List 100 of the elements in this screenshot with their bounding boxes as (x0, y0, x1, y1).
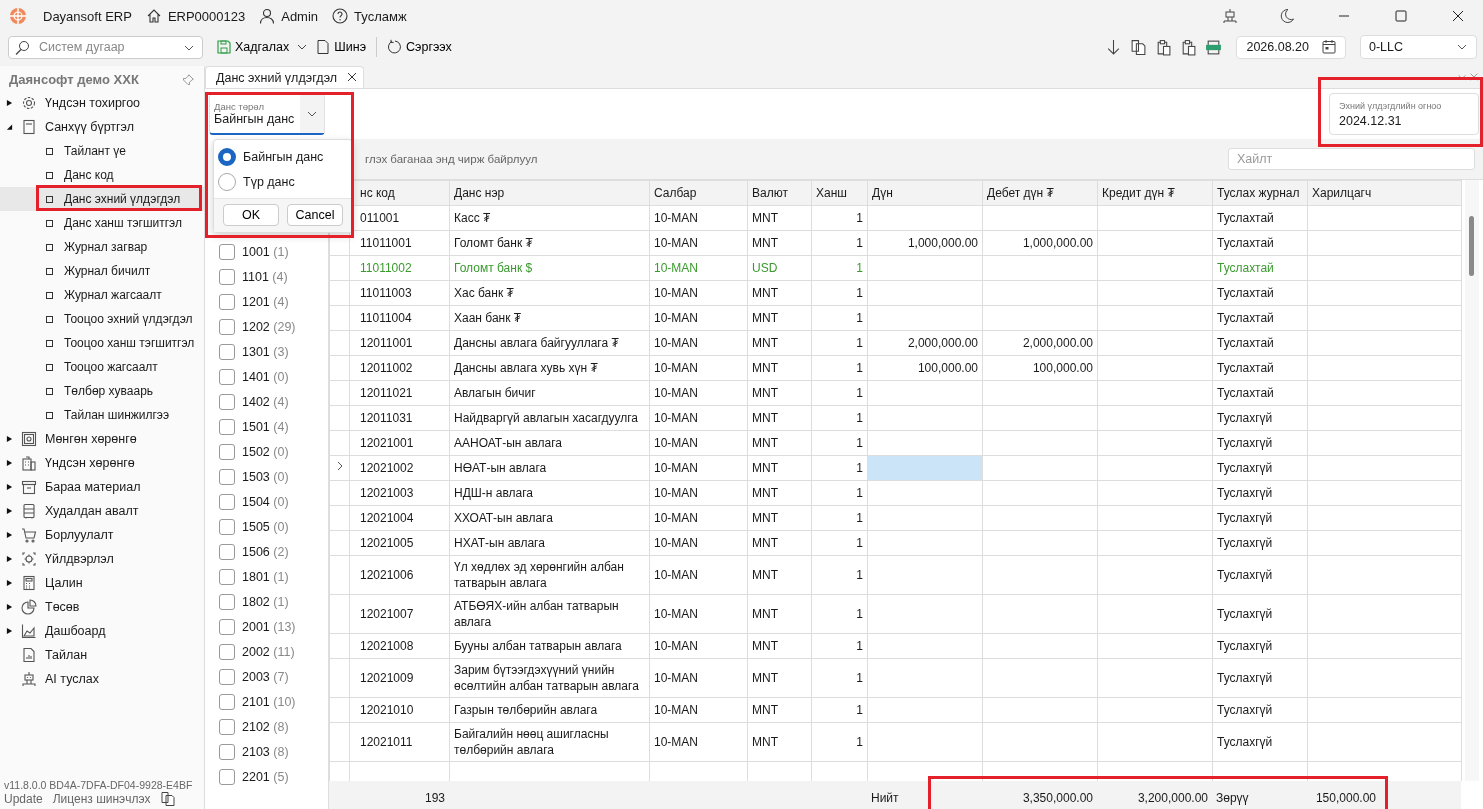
expand-arrow-icon[interactable] (6, 459, 13, 467)
user-name[interactable]: Admin (281, 8, 319, 24)
copy-icon[interactable] (160, 791, 177, 807)
column-header[interactable]: Ханш (811, 180, 868, 206)
menu-item[interactable]: Тайлан шинжилгээ (0, 403, 204, 427)
menu-item[interactable]: Журнал загвар (0, 235, 204, 259)
account-code-filter[interactable]: 1802 (1) (242, 594, 289, 609)
checkbox[interactable] (219, 418, 235, 435)
checkbox[interactable] (219, 343, 235, 360)
calendar-icon[interactable] (1321, 39, 1337, 55)
checkbox[interactable] (219, 718, 235, 735)
menu-item[interactable]: Төсөв (45, 600, 80, 614)
expand-arrow-icon[interactable] (6, 507, 13, 515)
maximize-icon[interactable] (1393, 8, 1409, 24)
account-code-filter[interactable]: 1503 (0) (242, 469, 289, 484)
option-label[interactable]: Түр данс (243, 174, 295, 189)
expand-arrow-icon[interactable] (6, 531, 13, 539)
checkbox[interactable] (219, 293, 235, 310)
column-header[interactable]: Кредит дүн ₮ (1097, 180, 1213, 206)
close-icon[interactable] (1450, 8, 1466, 24)
account-code-filter[interactable]: 1101 (4) (242, 269, 288, 284)
account-code-filter[interactable]: 1505 (0) (242, 519, 289, 534)
account-code-filter[interactable]: 2103 (8) (242, 744, 289, 759)
expand-arrow-icon[interactable] (6, 435, 13, 443)
menu-item[interactable]: Үндсэн хөрөнгө (45, 456, 135, 470)
help-link[interactable]: Тусламж (354, 8, 407, 24)
clipboard-icon[interactable] (1155, 38, 1173, 56)
menu-item[interactable]: Журнал жагсаалт (0, 283, 204, 307)
checkbox[interactable] (219, 618, 235, 635)
checkbox[interactable] (219, 693, 235, 710)
menu-item[interactable]: Данс ханш тэгшитгэл (0, 211, 204, 235)
checkbox[interactable] (219, 543, 235, 560)
menu-item[interactable]: Үндсэн тохиргоо (45, 96, 141, 110)
account-code-filter[interactable]: 1502 (0) (242, 444, 289, 459)
account-code-filter[interactable]: 1501 (4) (242, 419, 289, 434)
menu-item[interactable]: Тооцоо жагсаалт (0, 355, 204, 379)
close-icon[interactable] (346, 71, 359, 83)
account-code-filter[interactable]: 1402 (4) (242, 394, 289, 409)
checkbox[interactable] (219, 743, 235, 760)
date-field[interactable]: 2026.08.20 (1236, 35, 1346, 59)
menu-item[interactable]: Данс код (0, 163, 204, 187)
menu-item[interactable]: Журнал бичилт (0, 259, 204, 283)
menu-item[interactable]: Дашбоард (45, 624, 106, 638)
document-tab[interactable]: Данс эхний үлдэгдэл (205, 66, 365, 88)
account-type-dropdown[interactable]: Данс төрөл Байнгын данс (209, 93, 325, 135)
column-header[interactable]: Данс нэр (449, 180, 650, 206)
menu-item[interactable]: Үйлдвэрлэл (45, 552, 114, 566)
cancel-button[interactable]: Cancel (287, 204, 343, 226)
checkbox[interactable] (219, 468, 235, 485)
account-code-filter[interactable]: 2002 (11) (242, 644, 295, 659)
expand-arrow-icon[interactable] (6, 603, 13, 611)
checkbox[interactable] (219, 668, 235, 685)
checkbox[interactable] (219, 443, 235, 460)
expand-arrow-icon[interactable] (6, 555, 13, 563)
account-code-filter[interactable]: 1301 (3) (242, 344, 289, 359)
moon-icon[interactable] (1279, 8, 1295, 24)
column-header[interactable]: Туслах журнал (1212, 180, 1308, 206)
column-header[interactable]: Дебет дүн ₮ (982, 180, 1098, 206)
menu-item[interactable]: Мөнгөн хөрөнгө (45, 432, 137, 446)
new-button[interactable]: Шинэ (312, 37, 370, 57)
search-field[interactable]: Систем дугаар (8, 35, 203, 59)
collapse-arrow-icon[interactable] (6, 123, 13, 131)
account-code-filter[interactable]: 1506 (2) (242, 544, 289, 559)
expand-arrow-icon[interactable] (6, 627, 13, 635)
account-code-filter[interactable]: 1202 (29) (242, 319, 296, 334)
checkbox[interactable] (219, 268, 235, 285)
pin-icon[interactable] (182, 73, 194, 86)
account-code-filter[interactable]: 2001 (13) (242, 619, 296, 634)
menu-item[interactable]: Тооцоо ханш тэгшитгэл (0, 331, 204, 355)
ok-button[interactable]: OK (223, 204, 279, 226)
option-label[interactable]: Байнгын данс (243, 149, 324, 164)
menu-item[interactable]: Цалин (45, 576, 83, 590)
menu-item[interactable]: Тайлант үе (0, 139, 204, 163)
checkbox[interactable] (219, 318, 235, 335)
menu-item[interactable]: Бараа материал (45, 480, 141, 494)
account-code-filter[interactable]: 1001 (1) (242, 244, 289, 259)
account-code-filter[interactable]: 1201 (4) (242, 294, 289, 309)
menu-item[interactable]: Тооцоо эхний үлдэгдэл (0, 307, 204, 331)
account-code-filter[interactable]: 2101 (10) (242, 694, 296, 709)
menu-item[interactable]: AI туслах (45, 672, 99, 686)
renew-license-link[interactable]: Лиценз шинэчлэх (52, 792, 151, 806)
column-header[interactable]: Харилцагч (1307, 180, 1462, 206)
document-number[interactable]: ERP0000123 (167, 8, 246, 24)
account-code-filter[interactable]: 1401 (0) (242, 369, 289, 384)
account-code-filter[interactable]: 1504 (0) (242, 494, 289, 509)
grid-search-field[interactable]: Хайлт (1228, 148, 1475, 170)
menu-item[interactable]: Санхүү бүртгэл (45, 120, 134, 134)
save-button[interactable]: Хадгалах (213, 37, 293, 57)
checkbox[interactable] (219, 768, 235, 785)
checkbox[interactable] (219, 393, 235, 410)
copy-icon[interactable] (1130, 38, 1148, 56)
checkbox[interactable] (219, 243, 235, 260)
account-code-filter[interactable]: 1801 (1) (242, 569, 289, 584)
menu-item[interactable]: Тайлан (45, 648, 88, 662)
account-code-filter[interactable]: 2201 (5) (242, 769, 289, 784)
checkbox[interactable] (219, 593, 235, 610)
checkbox[interactable] (219, 368, 235, 385)
expand-arrow-icon[interactable] (6, 483, 13, 491)
column-header[interactable]: Валют (747, 180, 812, 206)
account-code-filter[interactable]: 2003 (7) (242, 669, 289, 684)
